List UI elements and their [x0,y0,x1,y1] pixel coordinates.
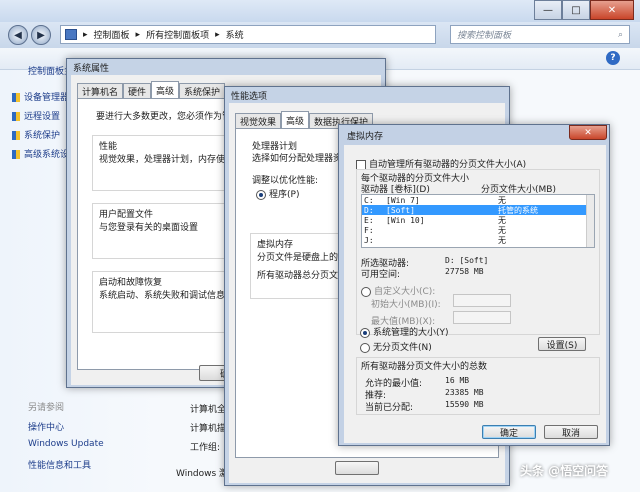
performance-header: 性能 [99,142,118,152]
min-allowed-value: 16 MB [445,376,470,385]
radio-indicator [360,342,370,353]
drive-list[interactable]: C: [Win 7] 无 D: [Soft] 托管的系统 E: [Win 10] 无 F: 无… [361,194,595,248]
breadcrumb-sep: ▸ [215,29,220,40]
shield-icon [12,93,20,102]
breadcrumb-sep: ▸ [135,29,141,40]
workgroup-label: 工作组: [190,443,221,453]
total-group: 所有驱动器分页文件大小的总数 允许的最小值: 16 MB 推荐: 23385 M… [356,357,600,415]
free-space-value: 27758 MB [445,267,484,276]
breadcrumb-system[interactable]: 系统 [226,28,244,41]
radio-indicator [360,327,370,338]
user-profiles-header: 用户配置文件 [99,210,154,220]
shield-icon [12,131,20,140]
user-profiles-desc: 与您登录有关的桌面设置 [99,223,199,233]
dialog-title: 虚拟内存 [347,132,384,142]
selected-drive-value: D: [Soft] [445,256,489,265]
max-size-input[interactable] [453,311,511,324]
search-placeholder: 搜索控制面板 [457,31,512,41]
shield-icon [12,112,20,121]
breadcrumb-control-panel[interactable]: 控制面板 [94,28,130,41]
caption-buttons: — □ ✕ [534,0,634,20]
tab-visual-effects[interactable]: 视觉效果 [235,113,282,128]
current-allocated-value: 15590 MB [445,400,484,409]
no-paging-radio[interactable]: 无分页文件(N) [360,340,432,353]
breadcrumb-all-items[interactable]: 所有控制面板项 [146,28,209,41]
initial-size-label: 初始大小(MB)(I): [371,300,441,310]
virtual-memory-dialog: 虚拟内存 ✕ 自动管理所有驱动器的分页文件大小(A) 每个驱动器的分页文件大小 … [338,124,610,446]
dialog-title: 系统属性 [73,64,110,74]
tab-hardware[interactable]: 硬件 [123,83,152,98]
set-button[interactable]: 设置(S) [538,337,586,351]
dialog-title: 性能选项 [231,92,268,102]
per-drive-group: 每个驱动器的分页文件大小 驱动器 [卷标](D) 分页文件大小(MB) C: [W… [356,169,600,335]
search-icon: ⌕ [617,29,623,40]
ok-button[interactable] [335,461,379,475]
watermark: 头条 @悟空问答 [520,464,609,478]
link-device-manager[interactable]: 设备管理器 [12,90,69,103]
current-allocated-label: 当前已分配: [365,403,414,413]
adjust-label: 调整以优化性能: [252,176,319,186]
tab-strip: 计算机名 硬件 高级 系统保护 [77,81,226,98]
total-header: 所有驱动器分页文件大小的总数 [361,362,488,372]
radio-indicator [361,286,371,297]
radio-indicator [256,189,266,200]
link-performance-info[interactable]: 性能信息和工具 [28,458,91,471]
drive-row[interactable]: J: 无 [362,235,594,245]
search-input[interactable]: 搜索控制面板 ⌕ [450,25,630,44]
see-also-header: 另请参阅 [28,403,65,413]
drive-row-selected[interactable]: D: [Soft] 托管的系统 [362,205,594,215]
tab-system-protection[interactable]: 系统保护 [179,83,226,98]
shield-icon [12,150,20,159]
dialog-body: 自动管理所有驱动器的分页文件大小(A) 每个驱动器的分页文件大小 驱动器 [卷标… [344,145,606,443]
back-button[interactable]: ◀ [8,25,28,45]
drive-row[interactable]: C: [Win 7] 无 [362,195,594,205]
help-icon[interactable]: ? [606,51,620,65]
drive-row[interactable]: E: [Win 10] 无 [362,215,594,225]
link-action-center[interactable]: 操作中心 [28,420,64,433]
startup-recovery-desc: 系统启动、系统失败和调试信息 [99,291,226,301]
minimize-button[interactable]: — [534,0,562,20]
tab-advanced[interactable]: 高级 [151,81,180,98]
system-managed-radio[interactable]: 系统管理的大小(Y) [360,325,449,338]
close-button[interactable]: ✕ [569,125,607,140]
startup-recovery-header: 启动和故障恢复 [99,278,163,288]
free-space-label: 可用空间: [361,270,401,280]
checkbox-indicator [356,159,366,170]
maximize-button[interactable]: □ [562,0,590,20]
custom-size-radio[interactable]: 自定义大小(C): [361,284,435,297]
virtual-memory-header: 虚拟内存 [257,240,294,250]
drive-row[interactable]: F: 无 [362,225,594,235]
drive-list-scrollbar[interactable] [586,195,594,247]
forward-button[interactable]: ▶ [31,25,51,45]
recommended-value: 23385 MB [445,388,484,397]
address-bar[interactable]: ▸ 控制面板 ▸ 所有控制面板项 ▸ 系统 [60,25,436,44]
programs-radio[interactable]: 程序(P) [256,187,299,200]
close-button[interactable]: ✕ [590,0,634,20]
link-system-protection[interactable]: 系统保护 [12,128,60,141]
link-remote-settings[interactable]: 远程设置 [12,109,60,122]
tab-computer-name[interactable]: 计算机名 [77,83,124,98]
cancel-button[interactable]: 取消 [544,425,598,439]
breadcrumb-sep: ▸ [83,29,88,40]
initial-size-input[interactable] [453,294,511,307]
tab-advanced[interactable]: 高级 [281,111,310,128]
link-windows-update[interactable]: Windows Update [28,439,104,449]
ok-button[interactable]: 确定 [482,425,536,439]
control-panel-icon [65,29,77,40]
